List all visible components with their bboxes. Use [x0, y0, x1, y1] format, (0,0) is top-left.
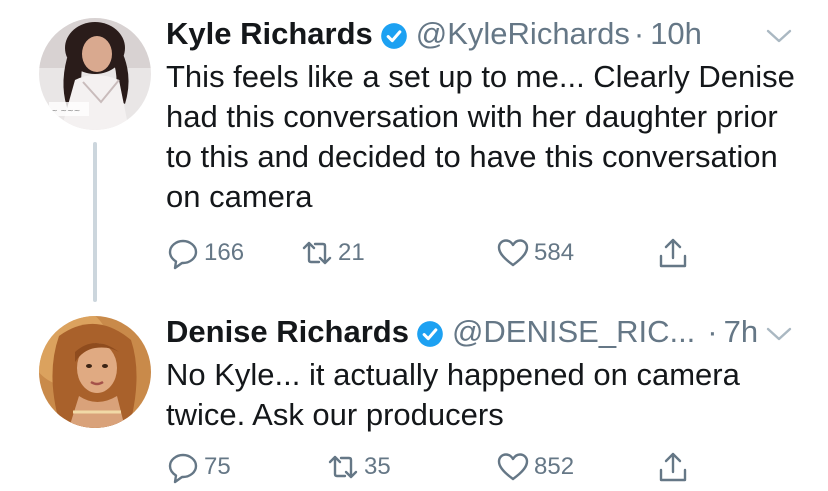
share-button[interactable]	[656, 450, 694, 484]
like-count: 584	[534, 239, 575, 266]
verified-badge-icon	[380, 20, 408, 49]
heart-icon	[497, 453, 529, 481]
author-name[interactable]: Denise Richards	[166, 312, 409, 352]
chevron-down-icon[interactable]	[766, 326, 792, 342]
avatar[interactable]	[39, 316, 151, 428]
retweet-button[interactable]: 35	[326, 450, 391, 484]
share-icon	[659, 452, 687, 482]
tweet-text: This feels like a set up to me... Clearl…	[166, 59, 795, 214]
retweet-button[interactable]: 21	[300, 236, 365, 270]
like-button[interactable]: 852	[496, 450, 574, 484]
retweet-count: 35	[364, 453, 391, 480]
like-count: 852	[534, 453, 575, 480]
retweet-icon	[328, 455, 358, 479]
thread-connector-line	[93, 142, 97, 302]
tweet-actions: 166 21 584	[166, 236, 726, 276]
timestamp[interactable]: 10h	[650, 14, 702, 54]
tweet-text: No Kyle... it actually happened on camer…	[166, 357, 740, 432]
reply-count: 166	[204, 239, 245, 266]
tweet-header: Denise Richards @DENISE_RIC... · 7h	[166, 312, 758, 352]
tweet-actions: 75 35 852	[166, 450, 726, 490]
author-handle[interactable]: @DENISE_RIC...	[452, 312, 695, 352]
heart-icon	[497, 239, 529, 267]
avatar[interactable]: ~ ~~~	[39, 18, 151, 130]
tweet-denise[interactable]: Denise Richards @DENISE_RIC... · 7h No K…	[0, 300, 828, 491]
kyle-avatar-image: ~ ~~~	[39, 18, 151, 130]
like-button[interactable]: 584	[496, 236, 574, 270]
separator-dot: ·	[633, 16, 645, 51]
author-handle[interactable]: @KyleRichards	[416, 14, 630, 54]
retweet-count: 21	[338, 239, 365, 266]
timestamp[interactable]: 7h	[724, 312, 758, 352]
reply-button[interactable]: 166	[166, 236, 244, 270]
retweet-icon	[302, 241, 332, 265]
chevron-down-icon[interactable]	[766, 28, 792, 44]
author-name[interactable]: Kyle Richards	[166, 14, 373, 54]
share-icon	[659, 238, 687, 268]
tweet-header: Kyle Richards @KyleRichards · 10h	[166, 14, 702, 54]
reply-icon	[168, 239, 198, 270]
reply-count: 75	[204, 453, 231, 480]
tweet-kyle[interactable]: ~ ~~~ Kyle Richards @KyleRichards · 10h …	[0, 0, 828, 300]
denise-avatar-image	[39, 316, 151, 428]
share-button[interactable]	[656, 236, 694, 270]
svg-text:~ ~~~: ~ ~~~	[51, 106, 80, 115]
reply-icon	[168, 453, 198, 484]
reply-button[interactable]: 75	[166, 450, 231, 484]
verified-badge-icon	[416, 318, 444, 347]
separator-dot: ·	[707, 314, 718, 349]
